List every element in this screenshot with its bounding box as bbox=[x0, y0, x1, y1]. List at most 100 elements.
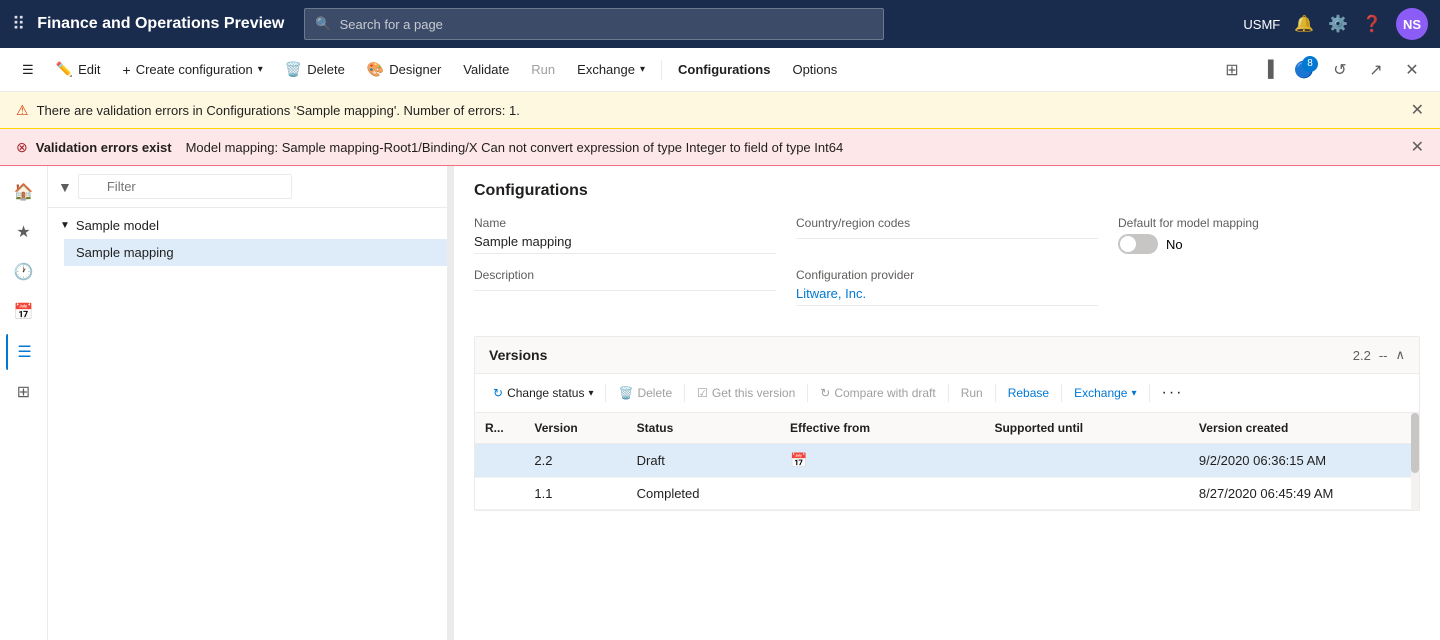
versions-run-button: Run bbox=[953, 382, 991, 404]
chevron-down-icon: ▾ bbox=[258, 64, 263, 75]
cell-version-1: 1.1 bbox=[524, 478, 626, 510]
default-mapping-toggle[interactable] bbox=[1118, 234, 1158, 254]
tree-area: ▼ Sample model Sample mapping bbox=[48, 208, 447, 640]
calendar-icon[interactable]: 📅 bbox=[790, 452, 807, 468]
notification-icon[interactable]: 🔔 bbox=[1294, 14, 1314, 34]
exchange-chevron-icon: ▾ bbox=[640, 64, 645, 75]
versions-table-wrap: R... Version Status Effective from Suppo… bbox=[475, 413, 1419, 510]
designer-button[interactable]: 🎨 Designer bbox=[357, 55, 451, 84]
versions-delete-button: 🗑️ Delete bbox=[610, 382, 680, 404]
default-mapping-value: No bbox=[1166, 237, 1183, 252]
configurations-tab[interactable]: Configurations bbox=[668, 56, 780, 83]
scroll-track[interactable] bbox=[1411, 413, 1419, 510]
description-field: Description bbox=[474, 268, 776, 306]
col-header-until: Supported until bbox=[984, 413, 1188, 444]
warning-close-button[interactable]: ✕ bbox=[1411, 100, 1424, 120]
recent-icon[interactable]: 🕐 bbox=[6, 254, 42, 290]
versions-toolbar: ↻ Change status ▾ 🗑️ Delete ☑ Get this v… bbox=[475, 374, 1419, 413]
table-row[interactable]: 2.2 Draft 📅 9/2/2020 06:36:15 AM bbox=[475, 444, 1419, 478]
col-header-created: Version created bbox=[1189, 413, 1419, 444]
versions-collapse-icon[interactable]: ∧ bbox=[1395, 347, 1405, 363]
config-provider-label: Configuration provider bbox=[796, 268, 1098, 282]
error-icon: ⊗ bbox=[16, 139, 28, 156]
cell-from-1 bbox=[780, 478, 984, 510]
tree-item-child-label: Sample mapping bbox=[76, 245, 174, 260]
help-icon[interactable]: ❓ bbox=[1362, 14, 1382, 34]
avatar[interactable]: NS bbox=[1396, 8, 1428, 40]
versions-more-button[interactable]: ··· bbox=[1154, 380, 1192, 406]
change-status-button[interactable]: ↻ Change status ▾ bbox=[485, 382, 601, 404]
table-row[interactable]: 1.1 Completed 8/27/2020 06:45:49 AM bbox=[475, 478, 1419, 510]
col-header-r: R... bbox=[475, 413, 524, 444]
filter-wrap: 🔍 bbox=[78, 174, 437, 199]
section-title: Configurations bbox=[474, 182, 1420, 200]
ver-sep2 bbox=[684, 384, 685, 402]
command-bar: ☰ ✏️ Edit + Create configuration ▾ 🗑️ De… bbox=[0, 48, 1440, 92]
search-bar[interactable]: 🔍 bbox=[304, 8, 884, 40]
exchange-button[interactable]: Exchange ▾ bbox=[567, 56, 655, 83]
config-provider-value[interactable]: Litware, Inc. bbox=[796, 286, 1098, 306]
change-status-icon: ↻ bbox=[493, 386, 503, 400]
home-icon[interactable]: 🏠 bbox=[6, 174, 42, 210]
cell-version-0: 2.2 bbox=[524, 444, 626, 478]
menu-button[interactable]: ☰ bbox=[12, 56, 44, 84]
filter-input[interactable] bbox=[78, 174, 292, 199]
sidebar-icons: 🏠 ★ 🕐 📅 ☰ ⊞ bbox=[0, 166, 48, 640]
separator bbox=[661, 60, 662, 80]
close-icon[interactable]: ✕ bbox=[1396, 54, 1428, 86]
edit-icon: ✏️ bbox=[56, 61, 73, 78]
version-number: 2.2 bbox=[1353, 348, 1371, 363]
compare-draft-button: ↻ Compare with draft bbox=[812, 382, 943, 404]
versions-exchange-button[interactable]: Exchange ▾ bbox=[1066, 382, 1144, 404]
refresh-icon[interactable]: ↺ bbox=[1324, 54, 1356, 86]
list-icon[interactable]: ☰ bbox=[6, 334, 42, 370]
settings-icon[interactable]: ⚙️ bbox=[1328, 14, 1348, 34]
toggle-row: No bbox=[1118, 234, 1420, 254]
form-grid: Name Sample mapping Country/region codes… bbox=[474, 216, 1420, 320]
right-panel: Configurations Name Sample mapping Count… bbox=[454, 166, 1440, 640]
edit-button[interactable]: ✏️ Edit bbox=[46, 55, 111, 84]
delete-button[interactable]: 🗑️ Delete bbox=[275, 55, 355, 84]
cell-until-1 bbox=[984, 478, 1188, 510]
cell-until-0 bbox=[984, 444, 1188, 478]
rebase-button[interactable]: Rebase bbox=[1000, 382, 1057, 404]
col-header-version: Version bbox=[524, 413, 626, 444]
star-icon[interactable]: ★ bbox=[6, 214, 42, 250]
description-value bbox=[474, 286, 776, 291]
ver-sep7 bbox=[1149, 384, 1150, 402]
country-value bbox=[796, 234, 1098, 239]
country-label: Country/region codes bbox=[796, 216, 1098, 230]
version-dash: -- bbox=[1379, 348, 1388, 363]
filter-icon[interactable]: ▼ bbox=[58, 179, 72, 195]
run-button: Run bbox=[521, 56, 565, 83]
default-mapping-field: Default for model mapping No bbox=[1118, 216, 1420, 254]
country-field: Country/region codes bbox=[796, 216, 1098, 254]
cell-status-0: Draft bbox=[627, 444, 780, 478]
col-header-from: Effective from bbox=[780, 413, 984, 444]
search-input[interactable] bbox=[340, 17, 874, 32]
grid-layout-icon[interactable]: ⊞ bbox=[1216, 54, 1248, 86]
tree-item-sample-model[interactable]: ▼ Sample model bbox=[48, 212, 447, 239]
warning-text: There are validation errors in Configura… bbox=[37, 103, 520, 118]
create-configuration-button[interactable]: + Create configuration ▾ bbox=[113, 56, 273, 84]
badge-button[interactable]: 🔵 8 bbox=[1288, 54, 1320, 86]
options-tab[interactable]: Options bbox=[782, 56, 847, 83]
ver-sep3 bbox=[807, 384, 808, 402]
grid-sidebar-icon[interactable]: ⊞ bbox=[6, 374, 42, 410]
expand-icon[interactable]: ↗ bbox=[1360, 54, 1392, 86]
search-icon: 🔍 bbox=[315, 16, 331, 32]
cell-created-0: 9/2/2020 06:36:15 AM bbox=[1189, 444, 1419, 478]
calendar-sidebar-icon[interactable]: 📅 bbox=[6, 294, 42, 330]
config-provider-field: Configuration provider Litware, Inc. bbox=[796, 268, 1098, 306]
cell-created-1: 8/27/2020 06:45:49 AM bbox=[1189, 478, 1419, 510]
versions-delete-icon: 🗑️ bbox=[618, 386, 633, 400]
column-icon[interactable]: ▐ bbox=[1252, 54, 1284, 86]
table-header-row: R... Version Status Effective from Suppo… bbox=[475, 413, 1419, 444]
tree-item-sample-mapping[interactable]: Sample mapping bbox=[64, 239, 447, 266]
ver-sep4 bbox=[948, 384, 949, 402]
description-label: Description bbox=[474, 268, 776, 282]
app-grid-icon[interactable]: ⠿ bbox=[12, 14, 25, 35]
scroll-thumb[interactable] bbox=[1411, 413, 1419, 473]
error-close-button[interactable]: ✕ bbox=[1411, 137, 1424, 157]
validate-button[interactable]: Validate bbox=[453, 56, 519, 83]
